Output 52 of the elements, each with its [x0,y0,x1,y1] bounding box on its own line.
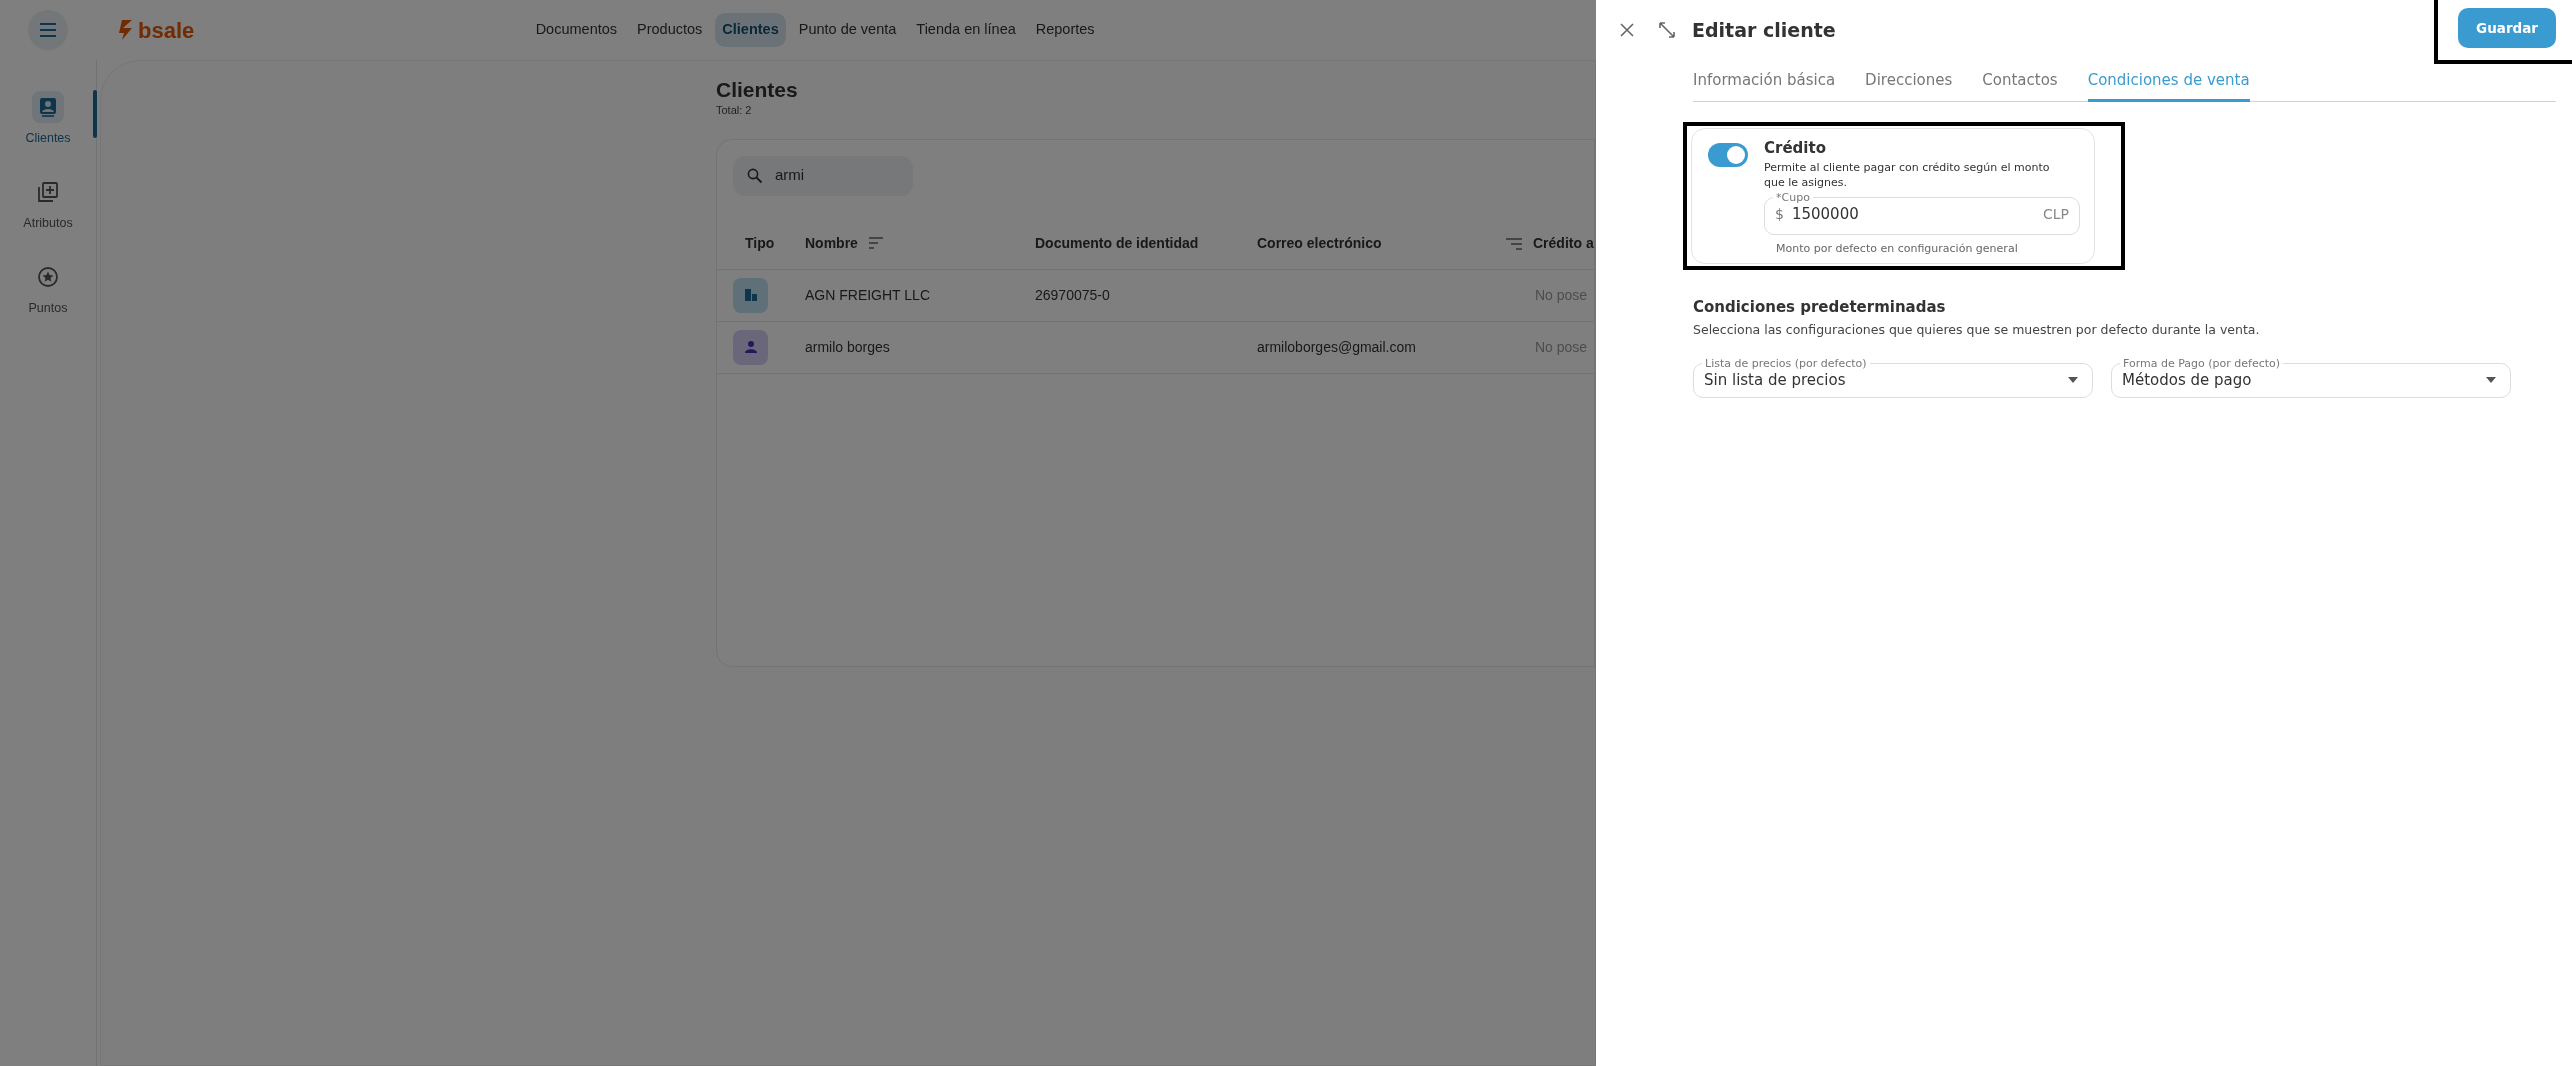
sidebar-item[interactable]: Atributos [0,174,97,234]
logo-text: bsale [138,16,195,45]
table-cell-text: AGN FREIGHT LLC [805,285,930,305]
caret-icon [2486,376,2496,383]
person-icon [743,340,758,355]
tab[interactable]: Condiciones de venta [2087,68,2250,102]
filter-icon[interactable] [1505,238,1523,250]
column-header[interactable]: Nombre [805,232,858,254]
caret-icon [2068,376,2078,383]
nav-link[interactable]: Productos [630,13,710,47]
table-cell-text: armilo borges [805,337,890,357]
select-field[interactable]: Lista de precios (por defecto) Sin lista de precios [1693,357,2093,399]
helper-text: Monto por defecto en configuración general [1776,240,2019,257]
table-cell: armiloborges@gmail.com [1257,338,1416,355]
search-field[interactable]: armi [733,155,913,196]
add-layers-icon [37,180,59,203]
nav-link[interactable]: Clientes [715,13,786,47]
menu-button[interactable] [28,10,68,50]
table-cell: 26970075-0 [1035,286,1110,303]
nav-link[interactable]: Reportes [1028,13,1102,47]
nav-link[interactable]: Documentos [528,13,625,47]
column-header[interactable]: Documento de identidad [1035,234,1199,251]
credit-toggle[interactable] [1708,143,1748,167]
nav-link[interactable]: Punto de venta [791,13,904,47]
logo-icon [118,19,134,41]
column-header[interactable]: Crédito a [1533,234,1594,251]
contact-card-icon [37,96,59,118]
search-icon [747,167,763,184]
save-button[interactable]: Guardar [2458,8,2556,49]
sidebar-item[interactable]: Clientes [0,90,97,149]
close-icon [1620,23,1634,37]
menu-icon [39,23,57,37]
select-field[interactable]: Forma de Pago (por defecto) Métodos de pago [2111,357,2511,399]
credit-limit-field[interactable]: *Cupo $ 1500000 CLP [1764,192,2080,235]
section-title: Condiciones predeterminadas [1693,297,1947,319]
sidebar-item[interactable]: Puntos [0,259,97,319]
credit-title: Crédito [1764,138,1827,159]
building-icon [743,288,758,303]
column-header[interactable]: Correo electrónico [1257,234,1382,251]
section-description: Selecciona las configuraciones que quieres que se muestren por defecto durante la venta. [1693,320,2261,339]
sort-icon[interactable] [867,237,884,250]
total-count: Total: 2 [716,103,753,119]
credit-description: Permite al cliente pagar con crédito según el monto que le asignes. [1764,159,2051,191]
page-title: Clientes [716,77,799,103]
tab[interactable]: Contactos [1982,68,2058,102]
panel-title: Editar cliente [1692,17,1836,43]
tab[interactable]: Direcciones [1865,68,1953,102]
column-header[interactable]: Tipo [745,234,775,251]
nav-link[interactable]: Tienda en línea [909,13,1023,47]
star-circle-icon [37,265,59,288]
tab[interactable]: Información básica [1693,68,1836,102]
expand-icon [1658,21,1676,39]
